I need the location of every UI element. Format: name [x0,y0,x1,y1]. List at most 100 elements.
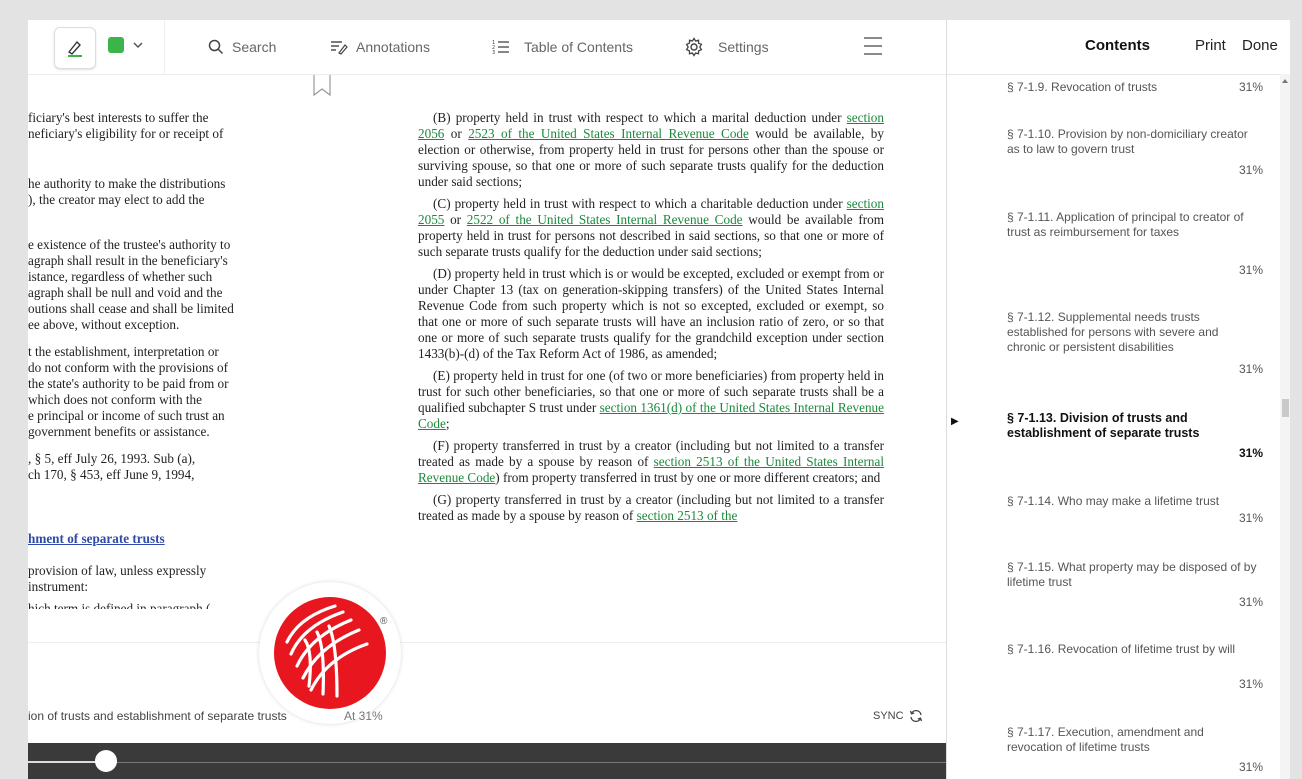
table-of-contents-button[interactable]: 1 2 3 Table of Contents [492,20,633,74]
highlighter-tool-button[interactable] [54,27,96,69]
settings-label: Settings [718,39,769,55]
right-text-column: (B) property held in trust with respect … [418,110,884,530]
footer-divider [28,642,946,643]
paragraph-text: (B) property held in trust with respect … [433,110,847,125]
body-text-line: outions shall cease and shall be limited [28,301,234,316]
annotations-icon [331,41,348,55]
statute-link[interactable]: section 2513 of the [637,508,738,523]
document-view: ficiary's best interests to suffer the n… [28,75,946,642]
toc-item[interactable]: § 7-1.12. Supplemental needs trusts esta… [1007,310,1257,355]
paragraph-c: (C) property held in trust with respect … [418,196,884,260]
paragraph-text: or [444,126,469,141]
body-text-line: neficiary's eligibility for or receipt o… [28,126,224,141]
toc-item-percent: 31% [1239,80,1264,94]
body-text-line: ficiary's best interests to suffer the [28,110,209,125]
toc-item[interactable]: § 7-1.11. Application of principal to cr… [1007,210,1257,240]
toc-item[interactable]: § 7-1.15. What property may be disposed … [1007,560,1257,590]
search-button[interactable]: Search [208,20,276,74]
highlight-color-swatch[interactable] [108,37,124,53]
body-text-line: instrument: [28,579,89,594]
body-text-line: e existence of the trustee's authority t… [28,237,231,252]
publisher-logo-icon [274,597,386,709]
print-button[interactable]: Print [1195,37,1226,54]
done-button[interactable]: Done [1242,37,1278,54]
scrollbar-thumb[interactable] [1282,399,1289,417]
statute-link[interactable]: 2522 of the United States Internal Reven… [467,212,743,227]
current-section-title: ion of trusts and establishment of separ… [28,709,287,723]
paragraph-d: (D) property held in trust which is or w… [418,266,884,361]
body-text-line: agraph shall result in the beneficiary's [28,253,228,268]
sync-button[interactable]: SYNC [873,709,923,723]
progress-scrubber[interactable] [28,743,946,779]
history-note-line: ch 170, § 453, eff June 9, 1994, [28,467,195,482]
chevron-down-icon[interactable] [131,38,145,52]
highlighter-pen-icon [67,40,82,57]
gear-icon [685,37,703,57]
toc-item[interactable]: § 7-1.9. Revocation of trusts [1007,80,1257,95]
toc-item[interactable]: § 7-1.10. Provision by non-domiciliary c… [1007,127,1257,157]
body-text-line: ), the creator may elect to add the [28,192,205,207]
body-text-line: government benefits or assistance. [28,424,210,439]
menu-icon[interactable] [863,35,883,57]
search-label: Search [232,39,277,55]
annotations-label: Annotations [356,39,430,55]
body-text-line: hich term is defined in paragraph ( [28,601,211,616]
toc-item-percent: 31% [1239,163,1264,177]
sync-label: SYNC [873,710,904,722]
toc-item-percent: 31% [1239,760,1264,774]
body-text-line: istance, regardless of whether such [28,269,213,284]
paragraph-e: (E) property held in trust for one (of t… [418,368,884,432]
search-icon [208,39,224,55]
scroll-up-arrow-icon[interactable] [1282,79,1288,83]
reading-position: At 31% [344,709,383,723]
body-text-line: t the establishment, interpretation or [28,344,219,359]
toc-item-percent: 31% [1239,511,1264,525]
annotations-button[interactable]: Annotations [330,20,430,74]
toc-item-percent: 31% [1239,446,1264,460]
table-of-contents-label: Table of Contents [524,39,633,55]
toc-item-percent: 31% [1239,263,1264,277]
toolbar-divider [164,20,165,74]
paragraph-text: ) from property transferred in trust by … [495,470,881,485]
toc-item-percent: 31% [1239,362,1264,376]
reader-window: Search Annotations 1 2 3 Table of Conten… [28,20,1290,779]
reader-toolbar: Search Annotations 1 2 3 Table of Conten… [28,20,946,75]
body-text-line: ee above, without exception. [28,317,180,332]
contents-panel-header: Contents Print Done [947,20,1290,75]
paragraph-text: or [444,212,467,227]
toc-item-percent: 31% [1239,595,1264,609]
current-item-marker-icon: ▶ [951,416,959,427]
scrubber-handle[interactable] [95,750,117,772]
toc-item[interactable]: § 7-1.14. Who may make a lifetime trust [1007,494,1267,509]
body-text-line: do not conform with the provisions of [28,360,228,375]
toc-item-percent: 31% [1239,677,1264,691]
paragraph-f: (F) property transferred in trust by a c… [418,438,884,486]
section-heading-link[interactable]: hment of separate trusts [28,531,165,547]
toc-item-current[interactable]: § 7-1.13. Division of trusts and establi… [1007,411,1257,441]
paragraph-g: (G) property transferred in trust by a c… [418,492,884,524]
paragraph-text: ; [445,416,450,431]
registered-mark: ® [380,616,388,627]
settings-button[interactable]: Settings [684,20,769,74]
body-text-line: provision of law, unless expressly [28,563,207,578]
toc-item[interactable]: § 7-1.16. Revocation of lifetime trust b… [1007,642,1257,657]
publisher-logo [259,582,401,724]
history-note-line: , § 5, eff July 26, 1993. Sub (a), [28,451,196,466]
body-text-line: e principal or income of such trust an [28,408,225,423]
sync-icon [909,709,922,723]
body-text-line: which does not conform with the [28,392,202,407]
statute-link[interactable]: 2523 of the United States Internal Reven… [468,126,749,141]
svg-text:3: 3 [492,50,495,55]
body-text-line: the state's authority to be paid from or [28,376,229,391]
body-text-line: agraph shall be null and void and the [28,285,223,300]
bookmark-icon[interactable] [313,75,331,97]
paragraph-text: (C) property held in trust with respect … [433,196,847,211]
contents-title: Contents [1085,37,1150,54]
numbered-list-icon: 1 2 3 [492,40,509,55]
paragraph-b: (B) property held in trust with respect … [418,110,884,190]
contents-panel: Contents Print Done ▶ § 7-1.9. Revocatio… [946,20,1290,779]
body-text-line: he authority to make the distributions [28,176,226,191]
contents-scrollbar[interactable] [1280,74,1290,779]
toc-item[interactable]: § 7-1.17. Execution, amendment and revoc… [1007,725,1257,755]
scrubber-track [28,762,946,763]
